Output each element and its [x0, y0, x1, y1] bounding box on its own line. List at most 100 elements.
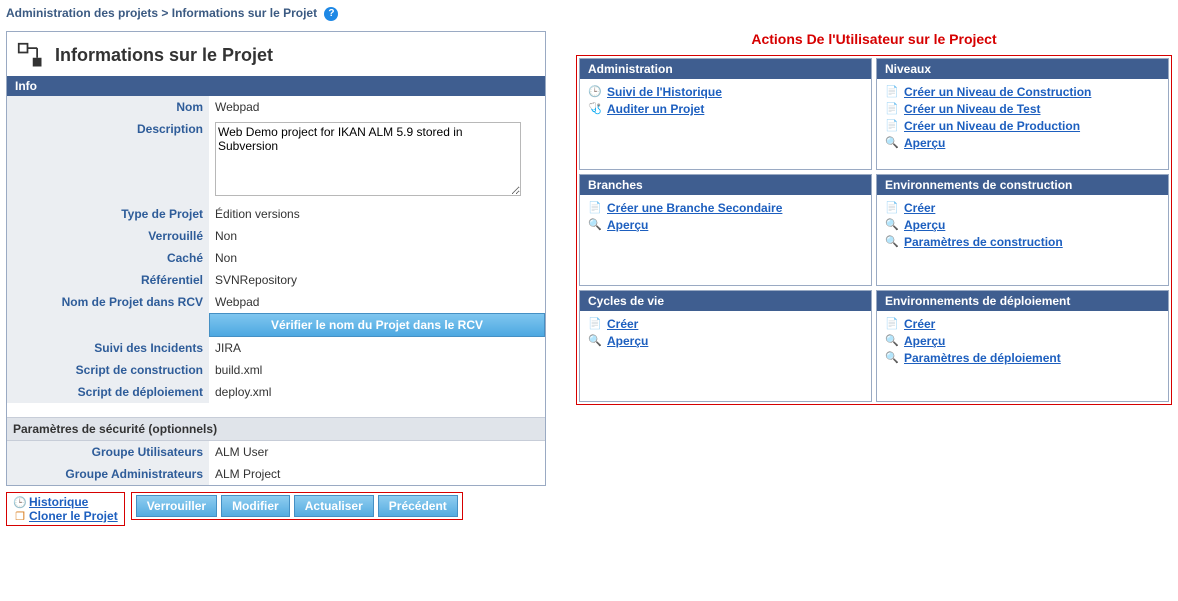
info-section-header: Info [7, 76, 545, 96]
action-link[interactable]: Aperçu [904, 218, 945, 232]
button-row: Verrouiller Modifier Actualiser Précéden… [131, 492, 463, 520]
audit-icon: 🩺 [588, 102, 602, 116]
clone-icon: ❐ [13, 510, 27, 523]
action-link[interactable]: Créer [904, 201, 935, 215]
field-label-locked: Verrouillé [7, 225, 209, 247]
edit-button[interactable]: Modifier [221, 495, 290, 517]
action-link[interactable]: Créer un Niveau de Construction [904, 85, 1091, 99]
field-label-type: Type de Projet [7, 203, 209, 225]
magnifier-icon: 🔍 [885, 218, 899, 232]
field-value-repo: SVNRepository [209, 269, 545, 291]
list-item: 🔍 Paramètres de déploiement [885, 351, 1160, 365]
card-list-branches: 📄 Créer une Branche Secondaire 🔍 Aperçu [580, 201, 871, 232]
card-header-branches: Branches [580, 175, 871, 195]
field-value-hidden: Non [209, 247, 545, 269]
document-icon: 📄 [885, 119, 899, 133]
action-link[interactable]: Aperçu [607, 218, 648, 232]
action-link[interactable]: Aperçu [904, 334, 945, 348]
list-item: 📄 Créer un Niveau de Construction [885, 85, 1160, 99]
action-link[interactable]: Créer [607, 317, 638, 331]
magnifier-icon: 🔍 [885, 334, 899, 348]
field-label-name: Nom [7, 96, 209, 118]
description-textarea[interactable] [215, 122, 521, 196]
magnifier-icon: 🔍 [885, 136, 899, 150]
document-icon: 📄 [885, 102, 899, 116]
right-title: Actions De l'Utilisateur sur le Project [576, 31, 1172, 47]
info-table: Nom Webpad Description Type de Projet Éd… [7, 96, 545, 485]
breadcrumb-root[interactable]: Administration des projets [6, 6, 158, 20]
field-label-rcvname: Nom de Projet dans RCV [7, 291, 209, 313]
field-value-type: Édition versions [209, 203, 545, 225]
magnifier-icon: 🔍 [588, 334, 602, 348]
card-header-deployenv: Environnements de déploiement [877, 291, 1168, 311]
list-item: 🩺 Auditer un Projet [588, 102, 863, 116]
history-icon: 🕒 [13, 496, 27, 509]
card-header-levels: Niveaux [877, 59, 1168, 79]
field-label-hidden: Caché [7, 247, 209, 269]
field-label-deployscript: Script de déploiement [7, 381, 209, 403]
document-icon: 📄 [885, 85, 899, 99]
list-item: 🔍 Aperçu [588, 334, 863, 348]
action-link[interactable]: Auditer un Projet [607, 102, 704, 116]
field-label-usergroup: Groupe Utilisateurs [7, 440, 209, 463]
security-section-header: Paramètres de sécurité (optionnels) [7, 417, 545, 440]
document-icon: 📄 [588, 317, 602, 331]
magnifier-icon: 🔍 [588, 218, 602, 232]
bottom-links-box: 🕒Historique ❐Cloner le Projet [6, 492, 125, 526]
list-item: 📄 Créer un Niveau de Test [885, 102, 1160, 116]
card-buildenv: Environnements de construction 📄 Créer 🔍 Ape… [876, 174, 1169, 286]
panel-title: Informations sur le Projet [55, 45, 273, 66]
card-administration: Administration 🕒 Suivi de l'Historique 🩺 Aud… [579, 58, 872, 170]
card-header-buildenv: Environnements de construction [877, 175, 1168, 195]
action-link[interactable]: Créer une Branche Secondaire [607, 201, 782, 215]
action-link[interactable]: Aperçu [904, 136, 945, 150]
actions-box: Administration 🕒 Suivi de l'Historique 🩺 Aud… [576, 55, 1172, 405]
card-list-buildenv: 📄 Créer 🔍 Aperçu 🔍 Paramètres de construction [877, 201, 1168, 249]
field-value-usergroup: ALM User [209, 440, 545, 463]
lock-button[interactable]: Verrouiller [136, 495, 217, 517]
action-link[interactable]: Créer un Niveau de Test [904, 102, 1041, 116]
card-header-lifecycles: Cycles de vie [580, 291, 871, 311]
project-icon [17, 42, 45, 70]
list-item: 📄 Créer [885, 201, 1160, 215]
magnifier-icon: 🔍 [885, 235, 899, 249]
field-label-issues: Suivi des Incidents [7, 337, 209, 359]
action-link[interactable]: Créer un Niveau de Production [904, 119, 1080, 133]
field-label-admingroup: Groupe Administrateurs [7, 463, 209, 485]
field-label-buildscript: Script de construction [7, 359, 209, 381]
magnifier-icon: 🔍 [885, 351, 899, 365]
refresh-button[interactable]: Actualiser [294, 495, 374, 517]
field-value-admingroup: ALM Project [209, 463, 545, 485]
action-link[interactable]: Paramètres de déploiement [904, 351, 1061, 365]
action-link[interactable]: Paramètres de construction [904, 235, 1063, 249]
card-list-lifecycles: 📄 Créer 🔍 Aperçu [580, 317, 871, 348]
document-icon: 📄 [885, 317, 899, 331]
history-link[interactable]: Historique [29, 495, 88, 509]
list-item: 🔍 Paramètres de construction [885, 235, 1160, 249]
action-link[interactable]: Aperçu [607, 334, 648, 348]
document-icon: 📄 [885, 201, 899, 215]
field-value-deployscript: deploy.xml [209, 381, 545, 403]
history-icon: 🕒 [588, 85, 602, 99]
back-button[interactable]: Précédent [378, 495, 458, 517]
field-value-buildscript: build.xml [209, 359, 545, 381]
list-item: 📄 Créer un Niveau de Production [885, 119, 1160, 133]
field-value-rcvname: Webpad [209, 291, 545, 313]
document-icon: 📄 [588, 201, 602, 215]
verify-rcv-button[interactable]: Vérifier le nom du Projet dans le RCV [209, 313, 545, 337]
list-item: 🕒 Suivi de l'Historique [588, 85, 863, 99]
clone-project-link[interactable]: Cloner le Projet [29, 509, 118, 523]
card-list-administration: 🕒 Suivi de l'Historique 🩺 Auditer un Projet [580, 85, 871, 116]
field-label-repo: Référentiel [7, 269, 209, 291]
help-icon[interactable]: ? [324, 7, 338, 21]
card-deployenv: Environnements de déploiement 📄 Créer 🔍 Aper… [876, 290, 1169, 402]
card-header-administration: Administration [580, 59, 871, 79]
list-item: 🔍 Aperçu [885, 334, 1160, 348]
action-link[interactable]: Suivi de l'Historique [607, 85, 722, 99]
card-lifecycles: Cycles de vie 📄 Créer 🔍 Aperçu [579, 290, 872, 402]
card-list-deployenv: 📄 Créer 🔍 Aperçu 🔍 Paramètres de déploiement [877, 317, 1168, 365]
card-branches: Branches 📄 Créer une Branche Secondaire 🔍 Ap… [579, 174, 872, 286]
action-link[interactable]: Créer [904, 317, 935, 331]
list-item: 🔍 Aperçu [885, 218, 1160, 232]
list-item: 📄 Créer une Branche Secondaire [588, 201, 863, 215]
